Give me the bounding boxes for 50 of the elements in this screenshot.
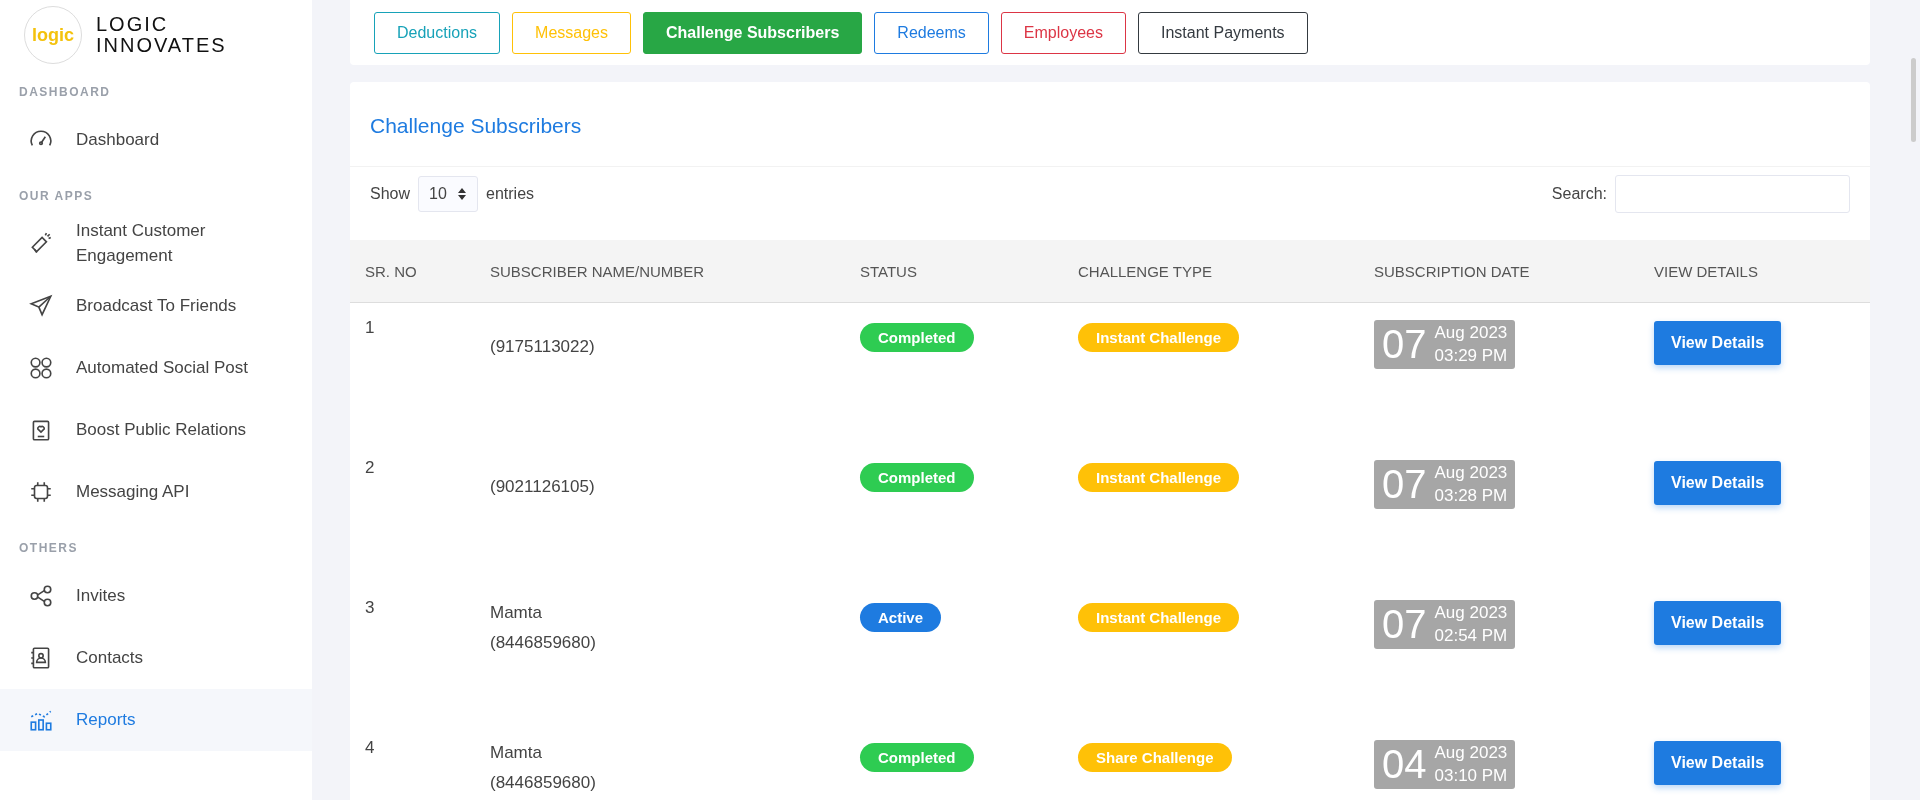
column-header: SUBSCRIPTION DATE bbox=[1374, 262, 1531, 280]
column-header: VIEW DETAILS bbox=[1654, 262, 1759, 280]
entries-select[interactable]: 10 bbox=[418, 176, 479, 212]
status-badge: Completed bbox=[860, 323, 974, 352]
column-header: CHALLENGE TYPE bbox=[1078, 262, 1213, 280]
column-header: STATUS bbox=[860, 262, 918, 280]
status-badge: Active bbox=[860, 603, 942, 632]
show-label: Show bbox=[370, 185, 411, 203]
view-details-button[interactable]: View Details bbox=[1654, 461, 1782, 505]
subscriber-name: Mamta bbox=[490, 742, 543, 764]
subscriber-number: (9175113022) bbox=[490, 336, 596, 358]
view-details-button[interactable]: View Details bbox=[1654, 321, 1782, 365]
table-cell-text: 1 bbox=[365, 318, 376, 339]
tab[interactable]: Redeems bbox=[874, 11, 989, 54]
challenge-type-badge: Instant Challenge bbox=[1078, 323, 1240, 352]
table-cell-text: 4 bbox=[365, 738, 376, 759]
column-header: SUBSCRIBER NAME/NUMBER bbox=[490, 262, 706, 280]
subscriber-number: (9021126105) bbox=[490, 476, 596, 498]
entries-label: entries bbox=[486, 185, 535, 203]
sidebar-item[interactable]: Automated Social Post bbox=[0, 337, 312, 399]
sidebar-item[interactable]: Broadcast To Friends bbox=[0, 275, 312, 337]
challenge-type-badge: Share Challenge bbox=[1078, 743, 1232, 772]
sidebar-item[interactable]: Boost Public Relations bbox=[0, 399, 312, 461]
sidebar-item[interactable]: Dashboard bbox=[0, 109, 312, 171]
brand-name: LOGIC bbox=[96, 14, 170, 35]
tab[interactable]: Instant Payments bbox=[1138, 11, 1308, 54]
sidebar-item[interactable]: Instant Customer Engagement bbox=[0, 213, 312, 275]
table-cell-text: 3 bbox=[365, 598, 376, 619]
section-heading: OUR APPS bbox=[18, 188, 95, 205]
panel-title: Challenge Subscribers bbox=[350, 82, 1870, 167]
tab[interactable]: Employees bbox=[1000, 11, 1126, 54]
view-details-button[interactable]: View Details bbox=[1654, 601, 1782, 645]
sidebar-item[interactable]: Contacts bbox=[0, 627, 312, 689]
sidebar-item[interactable]: Messaging API bbox=[0, 461, 312, 523]
challenge-type-badge: Instant Challenge bbox=[1078, 603, 1240, 632]
brand-name: INNOVATES bbox=[96, 35, 227, 56]
sidebar-item[interactable]: Reports bbox=[0, 689, 312, 751]
sidebar-item[interactable]: Invites bbox=[0, 565, 312, 627]
subscriber-number: (8446859680) bbox=[490, 771, 597, 794]
subscriber-name: Mamta bbox=[490, 602, 543, 624]
search-label: Search: bbox=[1551, 185, 1607, 203]
view-details-button[interactable]: View Details bbox=[1654, 741, 1782, 785]
section-heading: DASHBOARD bbox=[18, 84, 112, 101]
column-header: SR. NO bbox=[365, 262, 418, 280]
status-badge: Completed bbox=[860, 463, 974, 492]
status-badge: Completed bbox=[860, 743, 974, 772]
subscriber-number: (8446859680) bbox=[490, 631, 597, 654]
table-cell-text: 2 bbox=[365, 458, 376, 479]
section-heading: OTHERS bbox=[18, 540, 79, 557]
challenge-type-badge: Instant Challenge bbox=[1078, 463, 1240, 492]
